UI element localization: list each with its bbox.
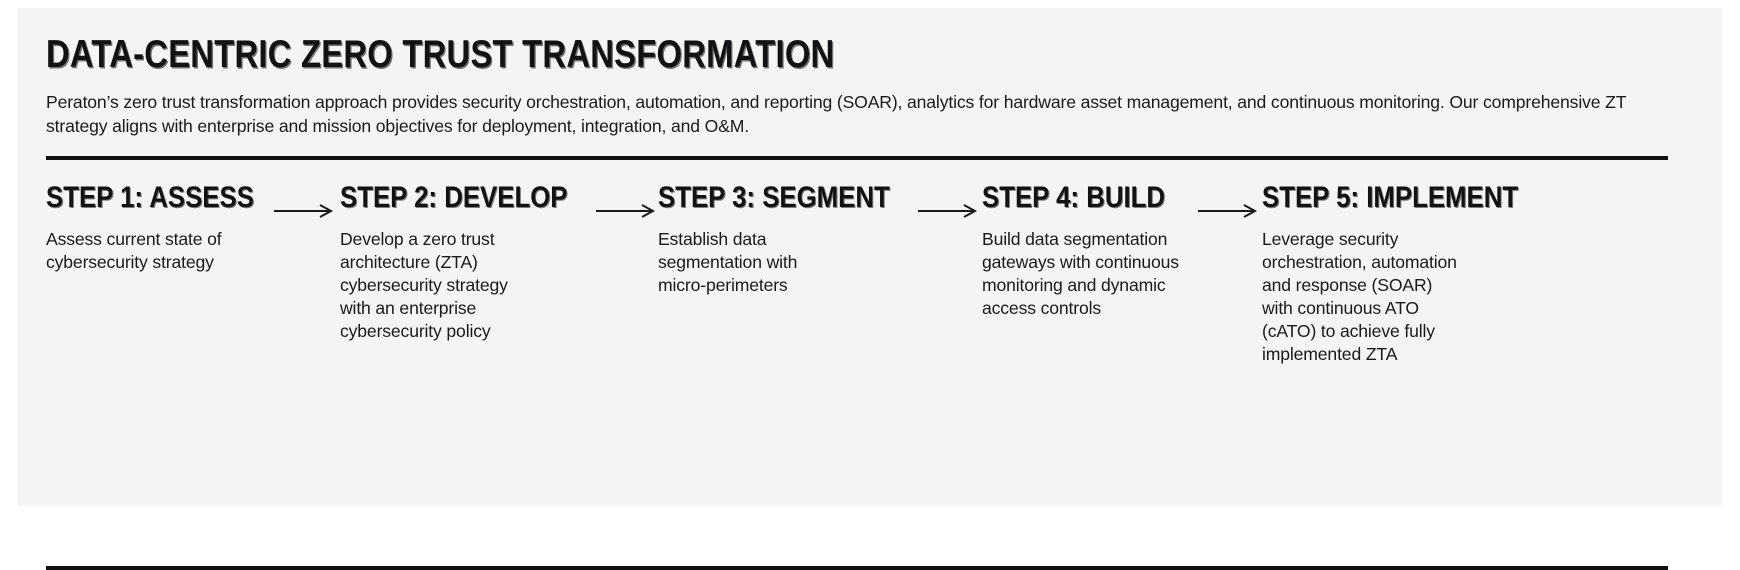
step-4-heading: STEP 4: BUILD <box>982 180 1166 214</box>
step-1: STEP 1: ASSESS Assess current state of c… <box>46 180 338 274</box>
step-5-body: Leverage security orchestration, automat… <box>1262 228 1457 364</box>
arrow-right-icon-4 <box>1198 203 1260 218</box>
step-4-body: Build data segmentation gateways with co… <box>982 228 1179 318</box>
content-area: DATA-CENTRIC ZERO TRUST TRANSFORMATION P… <box>46 30 1694 570</box>
step-1-body: Assess current state of cybersecurity st… <box>46 228 222 272</box>
divider-top <box>46 155 1668 160</box>
infographic-page: DATA-CENTRIC ZERO TRUST TRANSFORMATION P… <box>18 8 1722 570</box>
step-3: STEP 3: SEGMENT Establish data segmentat… <box>658 180 978 297</box>
steps-row: STEP 1: ASSESS Assess current state of c… <box>46 180 1668 570</box>
intro-paragraph: Peraton’s zero trust transformation appr… <box>46 92 1626 136</box>
divider-bottom <box>46 565 1668 570</box>
page-title: DATA-CENTRIC ZERO TRUST TRANSFORMATION <box>46 33 835 76</box>
step-5: STEP 5: IMPLEMENT Leverage security orch… <box>1262 180 1582 366</box>
arrow-right-icon-2 <box>596 203 658 218</box>
step-2-body: Develop a zero trust architecture (ZTA) … <box>340 228 508 341</box>
arrow-right-icon-3 <box>918 203 980 218</box>
step-2-heading: STEP 2: DEVELOP <box>340 180 568 214</box>
step-3-heading: STEP 3: SEGMENT <box>658 180 890 214</box>
step-3-body: Establish data segmentation with micro-p… <box>658 228 798 295</box>
step-1-heading: STEP 1: ASSESS <box>46 180 254 214</box>
step-4: STEP 4: BUILD Build data segmentation ga… <box>982 180 1262 320</box>
arrow-right-icon-1 <box>274 203 336 218</box>
step-5-heading: STEP 5: IMPLEMENT <box>1262 180 1519 214</box>
